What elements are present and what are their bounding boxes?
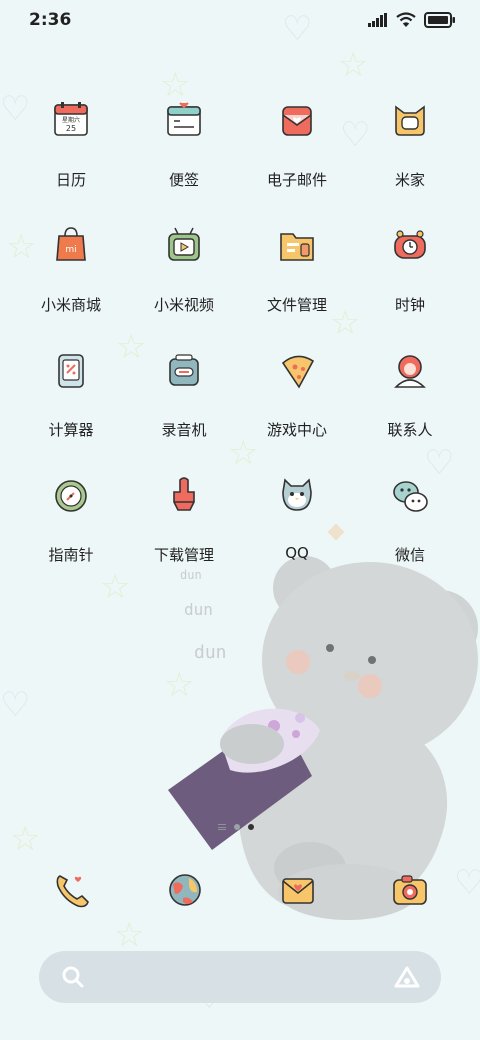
search-bar[interactable] — [39, 951, 441, 1003]
mi-video-icon — [168, 227, 200, 261]
wallpaper-text: dun — [194, 642, 227, 663]
app-label: 微信 — [394, 546, 425, 564]
app-qq[interactable]: QQ — [242, 472, 352, 562]
downloads-icon — [173, 477, 195, 511]
app-recorder[interactable]: 录音机 — [129, 347, 239, 440]
star-doodle: ☆ — [338, 45, 369, 85]
page-dot-active — [248, 824, 254, 830]
clock-icon — [394, 230, 426, 259]
app-mi-store[interactable]: mi 小米商城 — [16, 222, 126, 315]
calculator-icon — [58, 354, 84, 388]
email-icon — [282, 106, 312, 136]
browser-icon[interactable] — [161, 866, 209, 914]
status-bar: 2:36 — [0, 0, 480, 42]
wallpaper-text: dun — [184, 600, 213, 619]
app-label: 录音机 — [161, 421, 207, 439]
mijia-icon — [395, 105, 425, 136]
app-notes[interactable]: 便签 — [129, 97, 239, 190]
qq-icon — [282, 478, 312, 511]
svg-text:mi: mi — [65, 245, 76, 255]
app-label: 米家 — [394, 171, 425, 189]
star-doodle: ☆ — [164, 665, 195, 705]
assistant-icon[interactable] — [393, 965, 421, 989]
mi-store-icon: mi — [56, 227, 86, 261]
recorder-icon — [169, 354, 199, 386]
app-label: 计算器 — [48, 421, 94, 439]
app-label: QQ — [285, 544, 309, 562]
status-icons — [368, 12, 456, 28]
camera-icon[interactable] — [386, 866, 434, 914]
app-calendar[interactable]: 星期六 25 日历 — [16, 97, 126, 190]
star-doodle: ☆ — [228, 433, 259, 473]
wifi-icon — [396, 12, 416, 27]
app-clock[interactable]: 时钟 — [355, 222, 465, 315]
compass-icon — [55, 480, 87, 512]
contacts-icon — [394, 355, 426, 388]
app-label: 下载管理 — [153, 546, 214, 564]
search-icon[interactable] — [61, 965, 85, 989]
app-label: 游戏中心 — [266, 421, 327, 439]
phone-icon[interactable] — [48, 866, 96, 914]
file-manager-icon — [280, 233, 314, 261]
app-label: 时钟 — [394, 296, 425, 314]
app-downloads[interactable]: 下载管理 — [129, 472, 239, 565]
app-label: 文件管理 — [266, 296, 327, 314]
messages-icon[interactable] — [274, 866, 322, 914]
app-file-manager[interactable]: 文件管理 — [242, 222, 352, 315]
star-doodle: ☆ — [114, 915, 145, 955]
app-label: 指南针 — [48, 546, 94, 564]
status-time: 2:36 — [29, 10, 72, 30]
app-mijia[interactable]: 米家 — [355, 97, 465, 190]
calendar-weekday: 星期六 — [62, 116, 80, 124]
app-wechat[interactable]: 微信 — [355, 472, 465, 565]
app-label: 联系人 — [387, 421, 433, 439]
wallpaper-text: dun — [180, 568, 202, 582]
app-contacts[interactable]: 联系人 — [355, 347, 465, 440]
app-label: 电子邮件 — [266, 171, 327, 189]
wechat-icon — [393, 481, 428, 512]
app-label: 便签 — [168, 171, 199, 189]
game-center-icon — [281, 355, 315, 389]
app-email[interactable]: 电子邮件 — [242, 97, 352, 190]
battery-icon — [424, 12, 455, 28]
app-compass[interactable]: 指南针 — [16, 472, 126, 565]
app-label: 小米商城 — [40, 296, 101, 314]
calendar-day: 25 — [66, 124, 76, 133]
menu-lines-icon — [218, 824, 226, 830]
app-label: 日历 — [55, 171, 86, 189]
page-indicator[interactable] — [218, 824, 254, 830]
star-doodle: ☆ — [10, 819, 41, 859]
app-game-center[interactable]: 游戏中心 — [242, 347, 352, 440]
app-label: 小米视频 — [153, 296, 214, 314]
star-doodle: ☆ — [100, 567, 131, 607]
notes-icon — [167, 102, 201, 136]
calendar-icon: 星期六 25 — [54, 102, 88, 136]
page-dot — [234, 824, 240, 830]
app-calculator[interactable]: 计算器 — [16, 347, 126, 440]
heart-doodle: ♡ — [0, 685, 31, 725]
heart-doodle: ♡ — [454, 863, 480, 903]
signal-icon — [368, 13, 387, 27]
app-mi-video[interactable]: 小米视频 — [129, 222, 239, 315]
